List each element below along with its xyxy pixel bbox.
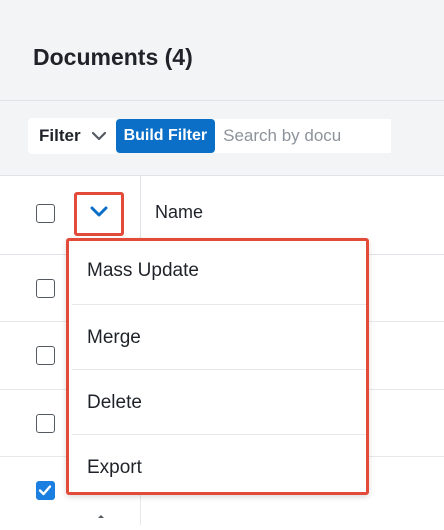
select-all-checkbox[interactable] xyxy=(36,204,55,223)
menu-item-mass-update[interactable]: Mass Update xyxy=(87,260,357,282)
chevron-down-icon xyxy=(91,131,107,141)
page-title: Documents (4) xyxy=(33,44,193,70)
menu-item-merge[interactable]: Merge xyxy=(87,327,357,349)
menu-divider xyxy=(72,369,366,370)
menu-item-export[interactable]: Export xyxy=(87,457,357,479)
build-filter-button[interactable]: Build Filter xyxy=(115,119,216,153)
favorite-icon[interactable] xyxy=(76,500,116,525)
column-header-name[interactable]: Name xyxy=(155,202,203,223)
filter-dropdown[interactable]: Filter xyxy=(28,118,116,154)
checkmark-icon xyxy=(38,485,52,496)
filter-label: Filter xyxy=(39,126,81,145)
page-header: Documents (4) xyxy=(0,0,444,101)
chevron-down-icon xyxy=(90,205,108,223)
menu-divider xyxy=(72,304,366,305)
row-checkbox[interactable] xyxy=(36,414,55,433)
filter-toolbar: Filter Build Filter xyxy=(0,101,444,176)
search-input[interactable] xyxy=(215,119,392,153)
menu-divider xyxy=(72,434,366,435)
row-checkbox[interactable] xyxy=(36,279,55,298)
row-checkbox-checked[interactable] xyxy=(36,481,55,500)
actions-menu-toggle[interactable] xyxy=(74,192,124,236)
menu-item-delete[interactable]: Delete xyxy=(87,392,357,414)
row-checkbox[interactable] xyxy=(36,346,55,365)
actions-dropdown-menu: Mass Update Merge Delete Export xyxy=(66,238,369,495)
